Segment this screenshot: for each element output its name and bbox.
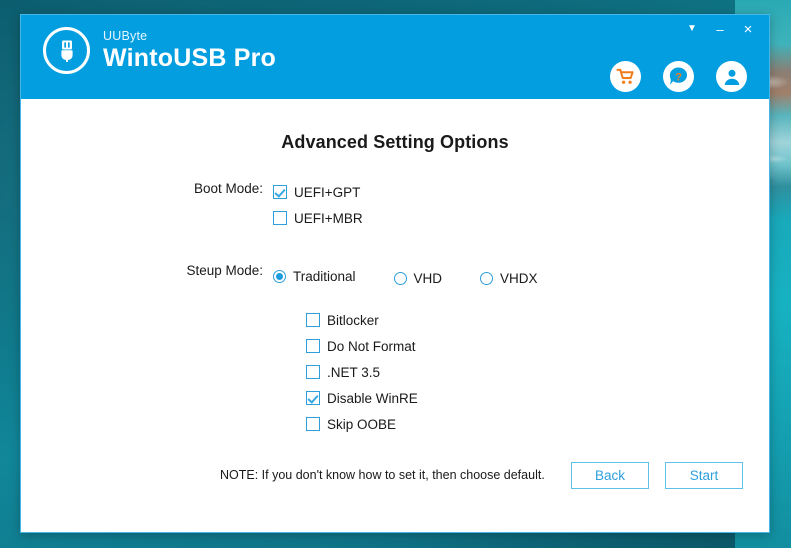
header-icon-group: ? — [610, 61, 747, 92]
svg-text:?: ? — [675, 71, 682, 83]
help-icon[interactable]: ? — [663, 61, 694, 92]
radio-traditional-label: Traditional — [293, 268, 356, 284]
brand-product: WintoUSB Pro — [103, 44, 276, 73]
checkbox-uefi-gpt-box[interactable] — [273, 185, 287, 199]
checkbox-disable-winre-label: Disable WinRE — [327, 390, 418, 406]
caret-down-icon[interactable]: ▼ — [679, 17, 705, 41]
setup-mode-label: Steup Mode: — [186, 263, 263, 278]
radio-vhd[interactable]: VHD — [393, 267, 443, 289]
window-controls: ▼ – × — [679, 17, 761, 41]
brand: UUByte WintoUSB Pro — [43, 27, 276, 74]
title-bar[interactable]: UUByte WintoUSB Pro ▼ – × ? — [21, 15, 769, 99]
account-icon[interactable] — [716, 61, 747, 92]
radio-vhd-dot[interactable] — [393, 271, 407, 285]
content-area: Advanced Setting Options Boot Mode: UEFI… — [21, 99, 769, 532]
checkbox-disable-winre-box[interactable] — [306, 391, 320, 405]
checkbox-net-35-box[interactable] — [306, 365, 320, 379]
footer: NOTE: If you don't know how to set it, t… — [21, 462, 769, 510]
settings-form: Boot Mode: UEFI+GPT UEFI+MBR Steup Mode: — [21, 181, 769, 435]
close-icon[interactable]: × — [735, 17, 761, 41]
radio-vhdx-dot[interactable] — [480, 271, 494, 285]
checkbox-uefi-gpt-label: UEFI+GPT — [294, 184, 361, 200]
checkbox-uefi-mbr-label: UEFI+MBR — [294, 210, 363, 226]
checkbox-do-not-format-label: Do Not Format — [327, 338, 416, 354]
checkbox-uefi-gpt[interactable]: UEFI+GPT — [273, 181, 363, 203]
checkbox-disable-winre[interactable]: Disable WinRE — [306, 387, 769, 409]
radio-traditional-dot[interactable] — [273, 269, 286, 283]
cart-icon[interactable] — [610, 61, 641, 92]
checkbox-uefi-mbr-box[interactable] — [273, 211, 287, 225]
minimize-icon[interactable]: – — [707, 17, 733, 41]
checkbox-skip-oobe[interactable]: Skip OOBE — [306, 413, 769, 435]
extra-options-list: Bitlocker Do Not Format .NET 3.5 Disable… — [21, 309, 769, 435]
footer-buttons: Back Start — [571, 462, 743, 489]
radio-vhdx[interactable]: VHDX — [480, 267, 538, 289]
checkbox-bitlocker-label: Bitlocker — [327, 312, 379, 328]
checkbox-skip-oobe-label: Skip OOBE — [327, 416, 397, 432]
radio-vhd-label: VHD — [413, 270, 443, 286]
boot-mode-row: Boot Mode: UEFI+GPT UEFI+MBR — [21, 181, 769, 229]
setup-mode-row: Steup Mode: Traditional VHD VHDX — [21, 263, 769, 289]
checkbox-skip-oobe-box[interactable] — [306, 417, 320, 431]
checkbox-uefi-mbr[interactable]: UEFI+MBR — [273, 207, 363, 229]
checkbox-do-not-format-box[interactable] — [306, 339, 320, 353]
checkbox-bitlocker[interactable]: Bitlocker — [306, 309, 769, 331]
radio-vhdx-label: VHDX — [500, 270, 538, 286]
checkbox-bitlocker-box[interactable] — [306, 313, 320, 327]
checkbox-net-35-label: .NET 3.5 — [327, 364, 381, 380]
checkbox-net-35[interactable]: .NET 3.5 — [306, 361, 769, 383]
radio-traditional[interactable]: Traditional — [273, 265, 356, 287]
back-button[interactable]: Back — [571, 462, 649, 489]
usb-drive-icon — [43, 27, 90, 74]
checkbox-do-not-format[interactable]: Do Not Format — [306, 335, 769, 357]
brand-company: UUByte — [103, 28, 148, 43]
note-text: NOTE: If you don't know how to set it, t… — [220, 468, 545, 482]
page-title: Advanced Setting Options — [281, 132, 509, 152]
boot-mode-label: Boot Mode: — [193, 181, 263, 196]
start-button[interactable]: Start — [665, 462, 743, 489]
app-window: UUByte WintoUSB Pro ▼ – × ? Advanced Set… — [20, 14, 770, 533]
